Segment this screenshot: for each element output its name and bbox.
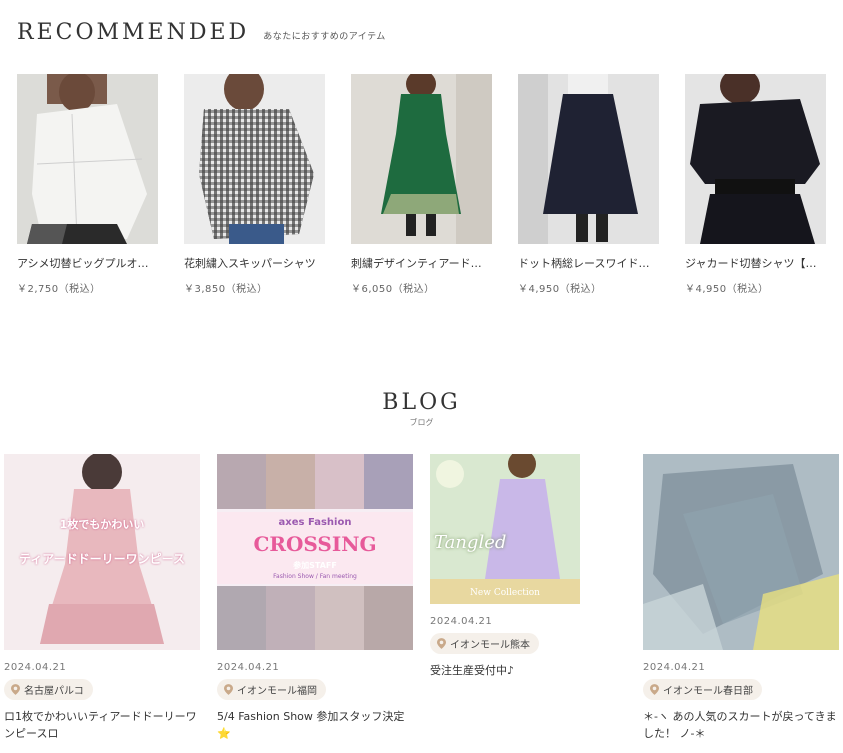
product-name[interactable]: アシメ切替ビッグプルオ…	[17, 255, 158, 271]
blog-post[interactable]: Tangled New Collection 2024.04.21 イオンモール…	[430, 454, 580, 679]
post-date: 2024.04.21	[430, 616, 493, 627]
product-name[interactable]: 刺繍デザインティアード…	[351, 255, 492, 271]
post-date: 2024.04.21	[4, 662, 67, 673]
map-pin-icon	[224, 684, 233, 695]
image-caption: CROSSING	[253, 532, 377, 556]
image-caption: Tangled	[434, 532, 507, 553]
blog-post-image[interactable]: 1枚でもかわいい ティアードドーリーワンピース	[4, 454, 200, 650]
product-name[interactable]: ドット柄総レースワイド…	[518, 255, 659, 271]
map-pin-icon	[650, 684, 659, 695]
blog-post[interactable]: 1枚でもかわいい ティアードドーリーワンピース 2024.04.21 名古屋パル…	[4, 454, 200, 742]
product-card[interactable]: 花刺繍入スキッパーシャツ ￥3,850（税込）	[184, 74, 325, 295]
recommended-header: RECOMMENDED あなたにおすすめのアイテム	[17, 20, 386, 45]
recommended-title: RECOMMENDED	[17, 20, 250, 45]
store-name: イオンモール春日部	[663, 686, 753, 697]
recommended-subtitle: あなたにおすすめのアイテム	[263, 32, 386, 42]
post-title[interactable]: 5/4 Fashion Show 参加スタッフ決定⭐	[217, 708, 413, 742]
store-badge[interactable]: イオンモール福岡	[217, 679, 326, 700]
product-price: ￥4,950（税込）	[685, 284, 769, 295]
product-price: ￥4,950（税込）	[518, 284, 602, 295]
store-name: イオンモール熊本	[450, 640, 530, 651]
store-name: 名古屋パルコ	[24, 686, 84, 697]
post-title[interactable]: 受注生産受付中♪	[430, 662, 580, 679]
product-list: アシメ切替ビッグプルオ… ￥2,750（税込） 花刺繍入スキッパーシャツ ￥3,…	[17, 74, 826, 295]
product-image[interactable]	[184, 74, 325, 244]
post-title[interactable]: ロ1枚でかわいいティアードドーリーワンピースロ	[4, 708, 200, 742]
blog-post-image[interactable]	[643, 454, 839, 650]
blog-title: BLOG	[382, 390, 461, 415]
product-image[interactable]	[518, 74, 659, 244]
product-card[interactable]: ドット柄総レースワイド… ￥4,950（税込）	[518, 74, 659, 295]
product-image[interactable]	[17, 74, 158, 244]
product-card[interactable]: アシメ切替ビッグプルオ… ￥2,750（税込）	[17, 74, 158, 295]
image-caption: ティアードドーリーワンピース	[19, 552, 185, 566]
product-name[interactable]: ジャカード切替シャツ【…	[685, 255, 826, 271]
store-badge[interactable]: 名古屋パルコ	[4, 679, 93, 700]
image-caption: axes Fashion	[278, 517, 352, 528]
post-date: 2024.04.21	[643, 662, 706, 673]
product-card[interactable]: ジャカード切替シャツ【… ￥4,950（税込）	[685, 74, 826, 295]
map-pin-icon	[437, 638, 446, 649]
image-caption: 1枚でもかわいい	[59, 518, 145, 531]
product-image[interactable]	[685, 74, 826, 244]
store-name: イオンモール福岡	[237, 686, 317, 697]
image-caption: Fashion Show / Fan meeting	[273, 573, 357, 580]
blog-header: BLOG ブログ	[0, 390, 843, 428]
product-name[interactable]: 花刺繍入スキッパーシャツ	[184, 255, 325, 271]
blog-post-image[interactable]: Tangled New Collection	[430, 454, 580, 604]
post-title[interactable]: ＊-ヽ あの人気のスカートが戻ってきました！ ノ-＊	[643, 708, 839, 742]
store-badge[interactable]: イオンモール春日部	[643, 679, 762, 700]
store-badge[interactable]: イオンモール熊本	[430, 633, 539, 654]
product-price: ￥6,050（税込）	[351, 284, 435, 295]
blog-post[interactable]: 2024.04.21 イオンモール春日部 ＊-ヽ あの人気のスカートが戻ってきま…	[643, 454, 839, 742]
blog-post-image[interactable]: axes Fashion CROSSING 参加STAFF Fashion Sh…	[217, 454, 413, 650]
blog-subtitle: ブログ	[409, 418, 434, 427]
product-image[interactable]	[351, 74, 492, 244]
blog-post[interactable]: axes Fashion CROSSING 参加STAFF Fashion Sh…	[217, 454, 413, 742]
product-price: ￥3,850（税込）	[184, 284, 268, 295]
product-card[interactable]: 刺繍デザインティアード… ￥6,050（税込）	[351, 74, 492, 295]
map-pin-icon	[11, 684, 20, 695]
product-price: ￥2,750（税込）	[17, 284, 101, 295]
image-caption: 参加STAFF	[293, 561, 337, 570]
post-date: 2024.04.21	[217, 662, 280, 673]
image-caption: New Collection	[470, 588, 540, 598]
